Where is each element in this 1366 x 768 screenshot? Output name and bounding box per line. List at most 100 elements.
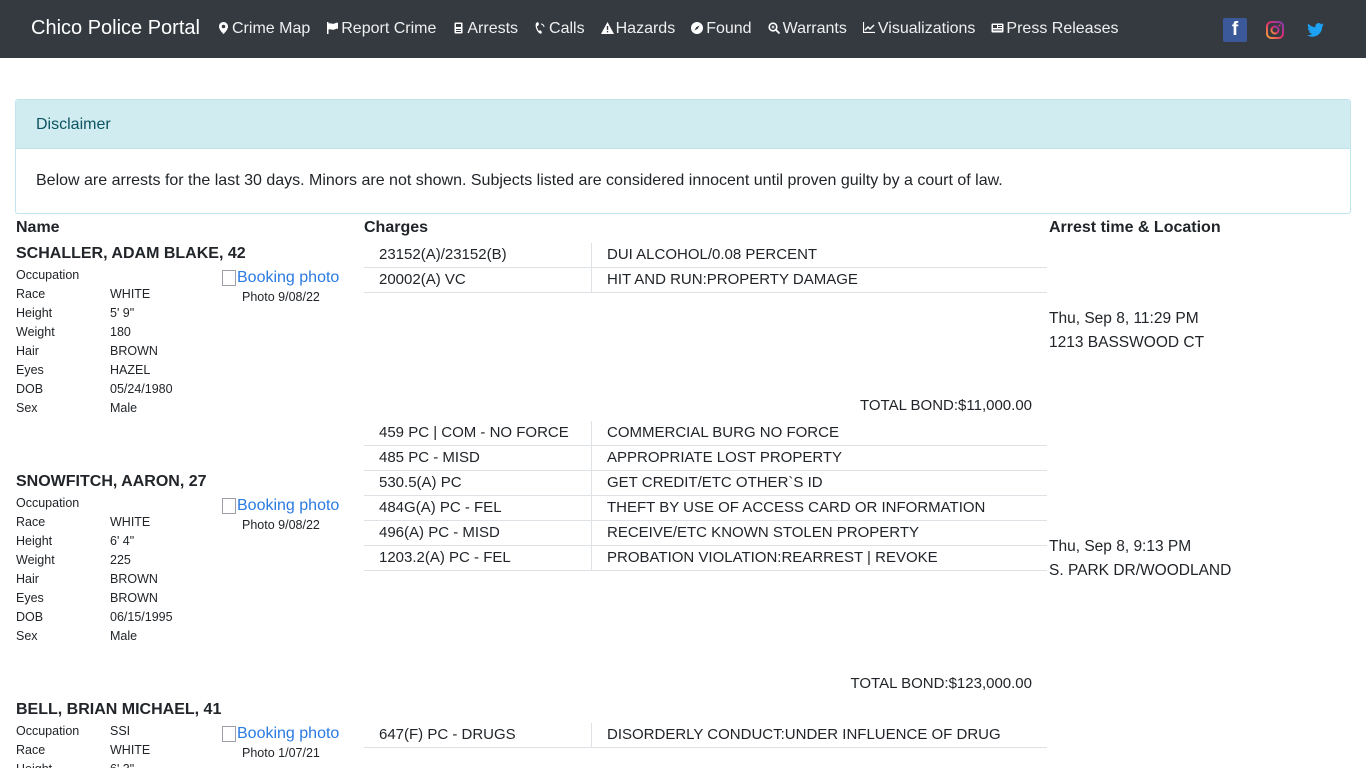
attr-row-dob: DOB 05/24/1980 [16, 380, 210, 399]
search-icon [767, 21, 780, 37]
attr-label: Occupation [16, 496, 80, 510]
broken-image-icon [222, 270, 236, 286]
charge-desc: COMMERCIAL BURG NO FORCE [607, 424, 839, 441]
total-bond: TOTAL BOND:$11,000.00 [859, 397, 1032, 414]
broken-image-icon [222, 498, 236, 514]
nav-crime-map[interactable]: Crime Map [217, 20, 310, 38]
attr-value: 6' 3" [110, 760, 210, 768]
charges-table: 459 PC | COM - NO FORCE COMMERCIAL BURG N… [364, 421, 1047, 571]
booking-photo-alt: Booking photo [237, 497, 340, 514]
arrest-info: Thu, Sep 8, 11:29 PM 1213 BASSWOOD CT [1049, 307, 1204, 355]
total-bond: TOTAL BOND:$123,000.00 [850, 675, 1033, 692]
nav-hazards[interactable]: Hazards [600, 20, 675, 38]
attr-row-occupation: Occupation [16, 494, 210, 513]
attr-value [110, 494, 210, 513]
attr-row-dob: DOB 06/15/1995 [16, 608, 210, 627]
attr-value: WHITE [110, 287, 151, 301]
charge-desc: APPROPRIATE LOST PROPERTY [607, 449, 843, 466]
charge-desc: THEFT BY USE OF ACCESS CARD OR INFORMATI… [607, 499, 986, 516]
attr-label: Height [16, 306, 53, 320]
charge-desc: HIT AND RUN:PROPERTY DAMAGE [607, 271, 858, 288]
charge-code: 484G(A) PC - FEL [364, 496, 592, 520]
attr-value: WHITE [110, 515, 151, 529]
broken-image-icon [222, 726, 236, 742]
charges-table: 23152(A)/23152(B) DUI ALCOHOL/0.08 PERCEN… [364, 243, 1047, 293]
photo-caption: Photo 1/07/21 [242, 746, 320, 760]
attr-value: BROWN [110, 591, 158, 605]
column-header-charges: Charges [364, 219, 429, 236]
facebook-icon[interactable]: f [1223, 18, 1247, 42]
attr-value: 6' 4" [110, 534, 135, 548]
nav-press-releases[interactable]: Press Releases [991, 20, 1118, 38]
attr-label: Sex [16, 629, 38, 643]
nav-crime-map-label: Crime Map [232, 20, 311, 37]
attr-row-sex: Sex Male [16, 399, 210, 418]
attr-value: HAZEL [110, 363, 151, 377]
attr-value: BROWN [110, 344, 158, 358]
twitter-icon[interactable] [1306, 18, 1324, 42]
charge-row: 23152(A)/23152(B) DUI ALCOHOL/0.08 PERCEN… [364, 243, 1047, 268]
nav-arrests[interactable]: Arrests [452, 20, 518, 38]
charge-code: 496(A) PC - MISD [364, 521, 592, 545]
charge-row: 484G(A) PC - FEL THEFT BY USE OF ACCESS C… [364, 496, 1047, 521]
booking-photo: Booking photo Photo 1/07/21 [222, 725, 348, 760]
instagram-icon[interactable] [1265, 18, 1285, 42]
booking-photo-image: Booking photo [222, 269, 348, 287]
attr-row-sex: Sex Male [16, 627, 210, 646]
attr-row-occupation: Occupation SSI [16, 722, 210, 741]
charge-code: 530.5(A) PC [364, 471, 592, 495]
nav-warrants[interactable]: Warrants [767, 20, 847, 38]
attr-value: SSI [110, 724, 131, 738]
attr-value: 06/15/1995 [110, 610, 173, 624]
arrest-location: S. PARK DR/WOODLAND [1049, 562, 1232, 579]
attr-row-weight: Weight 225 [16, 551, 210, 570]
charge-row: 485 PC - MISD APPROPRIATE LOST PROPERTY [364, 446, 1047, 471]
nav-press-releases-label: Press Releases [1006, 20, 1119, 37]
booking-photo: Booking photo Photo 9/08/22 [222, 269, 348, 304]
attr-label: Height [16, 760, 110, 768]
attr-row-height: Height 6' 4" [16, 532, 210, 551]
column-header-arrest: Arrest time & Location [1049, 219, 1221, 236]
attr-label: Occupation [16, 268, 80, 282]
nav-calls[interactable]: Calls [534, 20, 585, 38]
nav-report-crime[interactable]: Report Crime [326, 20, 436, 38]
attr-label: Height [16, 534, 53, 548]
booking-photo-alt: Booking photo [237, 725, 340, 742]
charge-code: 459 PC | COM - NO FORCE [364, 421, 592, 445]
booking-photo-image: Booking photo [222, 725, 348, 743]
charge-code: 23152(A)/23152(B) [364, 243, 592, 267]
charge-row: 496(A) PC - MISD RECEIVE/ETC KNOWN STOLEN… [364, 521, 1047, 546]
attr-value: 225 [110, 553, 131, 567]
nav-visualizations[interactable]: Visualizations [862, 20, 975, 38]
attr-row-height: Height 5' 9" [16, 304, 210, 323]
nav-found-label: Found [706, 20, 752, 37]
attr-value: BROWN [110, 572, 158, 586]
attr-value: Male [110, 401, 138, 415]
arrestee-name: SNOWFITCH, AARON, 27 [16, 473, 207, 490]
charge-desc: DISORDERLY CONDUCT:UNDER INFLUENCE OF DR… [607, 726, 1001, 743]
arrestee-name: BELL, BRIAN MICHAEL, 41 [16, 701, 222, 718]
nav-found[interactable]: Found [691, 20, 752, 38]
brand-link[interactable]: Chico Police Portal [31, 17, 200, 40]
booking-photo-image: Booking photo [222, 497, 348, 515]
attr-label: Eyes [16, 363, 44, 377]
nav-links: Crime Map Report Crime Arrests Calls Haz… [217, 0, 1134, 58]
map-marker-icon [217, 21, 229, 37]
attr-label: Race [16, 287, 46, 301]
charge-row: 647(F) PC - DRUGS DISORDERLY CONDUCT:UNDE… [364, 723, 1047, 748]
charge-row: 459 PC | COM - NO FORCE COMMERCIAL BURG N… [364, 421, 1047, 446]
charge-desc: PROBATION VIOLATION:REARREST | REVOKE [607, 549, 938, 566]
flag-icon [326, 21, 339, 37]
attr-value: 05/24/1980 [110, 382, 173, 396]
newspaper-icon [991, 23, 1004, 36]
charge-row: 1203.2(A) PC - FEL PROBATION VIOLATION:RE… [364, 546, 1047, 571]
attr-row-race: Race WHITE [16, 513, 210, 532]
chart-icon [862, 22, 875, 36]
attr-label: Race [16, 515, 46, 529]
attr-label: Race [16, 743, 46, 757]
booking-photo-alt: Booking photo [237, 269, 340, 286]
attr-value: WHITE [110, 743, 151, 757]
compass-icon [691, 21, 704, 37]
charge-code: 647(F) PC - DRUGS [364, 723, 592, 747]
nav-warrants-label: Warrants [782, 20, 847, 37]
